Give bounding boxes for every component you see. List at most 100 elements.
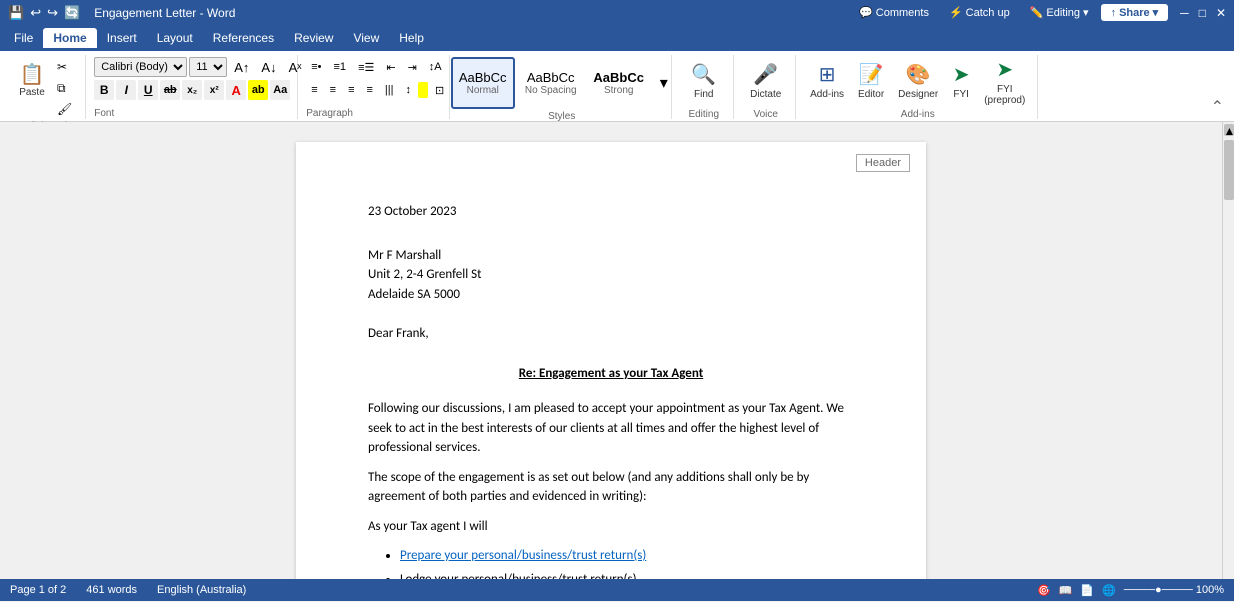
menu-file[interactable]: File [4,28,43,48]
editing-button[interactable]: ✏️ Editing ▾ [1022,4,1097,21]
decrease-indent-button[interactable]: ⇤ [381,57,400,77]
line-spacing-button[interactable]: ↕ [401,80,417,100]
borders-button[interactable]: ⊡ [430,80,449,100]
highlight-button[interactable]: ab [248,80,268,100]
focus-mode-button[interactable]: 🎯 [1037,584,1051,597]
autosave-icon[interactable]: 🔄 [64,5,80,21]
doc-para2: The scope of the engagement is as set ou… [368,468,854,507]
font-group: Calibri (Body) 11 A↑ A↓ Aˣ B I U ab x₂ x… [88,55,298,119]
styles-label: Styles [548,111,575,122]
font-color-button[interactable]: A [226,80,246,100]
clipboard-group: 📋 Paste ✂ ⧉ 🖌 Clipboard [8,55,86,119]
addins-button[interactable]: ⊞ Add-ins [805,55,849,107]
numbered-list-button[interactable]: ≡1 [329,57,352,77]
fyi-preprod-button[interactable]: ➤ FYI(preprod) [979,55,1030,107]
justify-button[interactable]: ≡ [362,80,378,100]
scroll-up-button[interactable]: ▲ [1224,124,1234,136]
increase-font-button[interactable]: A↑ [229,57,254,77]
print-layout-button[interactable]: 📄 [1080,584,1094,597]
superscript-button[interactable]: x² [204,80,224,100]
read-mode-button[interactable]: 📖 [1059,584,1073,597]
menu-insert[interactable]: Insert [97,28,147,48]
menu-layout[interactable]: Layout [147,28,203,48]
fyi-icon: ➤ [953,62,970,87]
ribbon-collapse-button[interactable]: ⌃ [1209,95,1226,119]
redo-icon[interactable]: ↪ [47,5,58,21]
strikethrough-button[interactable]: ab [160,80,180,100]
decrease-font-button[interactable]: A↓ [256,57,281,77]
italic-button[interactable]: I [116,80,136,100]
format-painter-icon: 🖌 [57,102,72,116]
underline-button[interactable]: U [138,80,158,100]
paragraph-label: Paragraph [306,108,353,119]
title-bar: 💾 ↩ ↪ 🔄 Engagement Letter - Word 💬 Comme… [0,0,1234,25]
paragraph-row1: ≡• ≡1 ≡☰ ⇤ ⇥ ↕A ¶ [306,57,443,77]
bullet-list-button[interactable]: ≡• [306,57,326,77]
shading-button[interactable] [418,82,428,98]
dictate-button[interactable]: 🎤 Dictate [745,55,786,107]
editing-label: Editing [688,109,719,120]
change-case-button[interactable]: Aa [270,80,290,100]
align-right-button[interactable]: ≡ [343,80,359,100]
fyi-preprod-icon: ➤ [996,57,1013,82]
comments-button[interactable]: 💬 Comments [851,4,937,21]
menu-review[interactable]: Review [284,28,343,48]
editing-search-button[interactable]: 🔍 Find [686,55,721,107]
maximize-button[interactable]: □ [1199,6,1206,20]
voice-group: 🎤 Dictate Voice [736,55,796,119]
menu-home[interactable]: Home [43,28,96,48]
save-icon[interactable]: 💾 [8,5,24,21]
undo-icon[interactable]: ↩ [30,5,41,21]
font-size-select[interactable]: 11 [189,57,227,77]
zoom-slider[interactable]: ────●──── 100% [1124,584,1224,596]
subscript-button[interactable]: x₂ [182,80,202,100]
status-bar: Page 1 of 2 461 words English (Australia… [0,579,1234,601]
align-center-button[interactable]: ≡ [325,80,341,100]
address-line2: Adelaide SA 5000 [368,285,854,305]
bold-button[interactable]: B [94,80,114,100]
addins-bottom-label: Add-ins [901,109,935,120]
web-layout-button[interactable]: 🌐 [1102,584,1116,597]
fyi-button[interactable]: ➤ FYI [947,55,975,107]
ribbon: 📋 Paste ✂ ⧉ 🖌 Clipboard Calibri (Bo [0,51,1234,122]
menu-view[interactable]: View [343,28,389,48]
format-painter-button[interactable]: 🖌 [52,99,77,119]
addins-icon: ⊞ [819,62,836,87]
paste-button[interactable]: 📋 Paste [14,55,50,107]
language: English (Australia) [157,584,246,596]
addins-group: ⊞ Add-ins 📝 Editor 🎨 Designer ➤ FYI ➤ FY… [798,55,1038,119]
scroll-thumb[interactable] [1224,140,1234,200]
styles-dropdown-button[interactable]: ▾ [655,57,673,109]
designer-button[interactable]: 🎨 Designer [893,55,943,107]
share-button[interactable]: ↑ Share ▾ [1101,4,1169,21]
editor-button[interactable]: 📝 Editor [853,55,889,107]
style-strong[interactable]: AaBbCc Strong [587,57,651,109]
font-name-select[interactable]: Calibri (Body) [94,57,187,77]
close-button[interactable]: ✕ [1216,6,1226,20]
increase-indent-button[interactable]: ⇥ [403,57,422,77]
columns-button[interactable]: ||| [380,80,399,100]
multilevel-list-button[interactable]: ≡☰ [353,57,379,77]
copy-button[interactable]: ⧉ [52,78,77,98]
ribbon-collapse: ⌃ [1209,95,1226,119]
designer-icon: 🎨 [906,62,931,87]
doc-area[interactable]: Header 23 October 2023 Mr F Marshall Uni… [0,122,1222,579]
catchup-button[interactable]: ⚡ Catch up [941,4,1018,21]
minimize-button[interactable]: ─ [1180,6,1189,20]
align-left-button[interactable]: ≡ [306,80,322,100]
doc-bullet-list: Prepare your personal/business/trust ret… [400,546,854,579]
sort-button[interactable]: ↕A [424,57,447,77]
doc-date: 23 October 2023 [368,202,854,222]
menu-references[interactable]: References [203,28,284,48]
voice-label: Voice [754,109,778,120]
style-no-spacing[interactable]: AaBbCc No Spacing [519,57,583,109]
vertical-scrollbar[interactable]: ▲ [1222,122,1234,579]
word-count: 461 words [86,584,137,596]
font-format-row: B I U ab x₂ x² A ab Aa [94,80,291,100]
menu-bar: File Home Insert Layout References Revie… [0,25,1234,51]
cut-button[interactable]: ✂ [52,57,77,77]
style-normal[interactable]: AaBbCc Normal [451,57,515,109]
editing-group: 🔍 Find Editing [674,55,734,119]
menu-help[interactable]: Help [389,28,434,48]
copy-icon: ⧉ [57,81,66,96]
